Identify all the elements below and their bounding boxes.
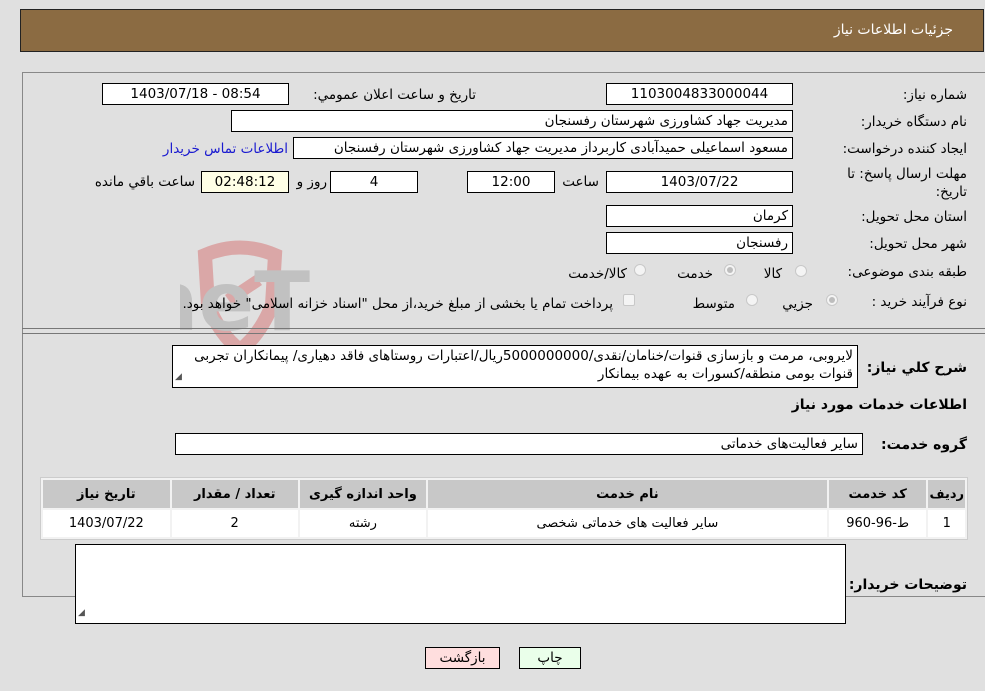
service-group-field: سایر فعالیت‌های خدماتی [175, 433, 863, 455]
remaining-time-label: ساعت باقي مانده [94, 174, 195, 190]
buyer-contact-link[interactable]: اطلاعات تماس خریدار [163, 141, 288, 157]
table-header-row: ردیف کد خدمت نام خدمت واحد اندازه گیری ت… [43, 480, 965, 508]
need-number-field: 1103004833000044 [606, 83, 793, 105]
page-header: جزئیات اطلاعات نیاز [20, 9, 984, 52]
table-row: 1 ط-96-960 سایر فعالیت های خدماتی شخصی ر… [43, 510, 965, 537]
city-field: رفسنجان [606, 232, 793, 254]
category-option-service: خدمت [677, 266, 713, 282]
requester-label: ایجاد کننده درخواست: [842, 141, 967, 157]
col-header-unit: واحد اندازه گیری [299, 480, 426, 508]
cell-quantity: 2 [171, 510, 298, 537]
service-group-label: گروه خدمت: [881, 437, 967, 453]
buyer-org-field: مدیریت جهاد کشاورزی شهرستان رفسنجان [231, 110, 793, 132]
col-header-need-date: تاریخ نیاز [43, 480, 170, 508]
deadline-time-label: ساعت [562, 174, 599, 190]
description-textarea[interactable]: لایروبی، مرمت و بازسازی قنوات/خنامان/نقد… [172, 345, 858, 388]
category-radio-goods[interactable] [795, 265, 807, 277]
cell-row-number: 1 [928, 510, 965, 537]
category-option-goods: کالا [763, 266, 782, 282]
category-radio-service[interactable] [724, 264, 736, 276]
purchase-type-radio-medium[interactable] [746, 294, 758, 306]
description-label: شرح کلي نیاز: [866, 360, 967, 376]
resize-handle-icon[interactable]: ◢ [175, 368, 182, 386]
deadline-date-field: 1403/07/22 [606, 171, 793, 193]
requester-field: مسعود اسماعیلی حمیدآبادی کاربرداز مدیریت… [293, 137, 793, 159]
purchase-type-label: نوع فرآیند خرید : [871, 294, 967, 310]
description-text: لایروبی، مرمت و بازسازی قنوات/خنامان/نقد… [194, 348, 853, 382]
treasury-checkbox[interactable] [623, 294, 635, 306]
announce-datetime-field: 1403/07/18 - 08:54 [102, 83, 289, 105]
purchase-type-radio-minor[interactable] [826, 294, 838, 306]
announce-datetime-label: تاریخ و ساعت اعلان عمومي: [313, 87, 476, 103]
divider [22, 333, 985, 334]
col-header-service-code: کد خدمت [828, 480, 927, 508]
cell-service-code: ط-96-960 [828, 510, 927, 537]
cell-service-name: سایر فعالیت های خدماتی شخصی [428, 510, 827, 537]
col-header-row-number: ردیف [928, 480, 965, 508]
purchase-type-option-minor: جزیي [782, 296, 813, 312]
cell-need-date: 1403/07/22 [43, 510, 170, 537]
buyer-notes-textarea[interactable]: ◢ [75, 544, 846, 624]
deadline-label: مهلت ارسال پاسخ: تا تاریخ: [847, 166, 967, 200]
print-button[interactable]: چاپ [519, 647, 581, 669]
resize-handle-icon[interactable]: ◢ [78, 604, 85, 622]
category-label: طبقه بندی موضوعی: [847, 264, 967, 280]
city-label: شهر محل تحویل: [869, 236, 967, 252]
buyer-notes-label: توضیحات خریدار: [848, 577, 967, 593]
page-title: جزئیات اطلاعات نیاز [833, 22, 953, 38]
col-header-service-name: نام خدمت [428, 480, 827, 508]
need-number-label: شماره نیاز: [902, 87, 967, 103]
category-option-goods-service: کالا/خدمت [568, 266, 627, 282]
divider [22, 328, 985, 329]
category-radio-goods-service[interactable] [634, 264, 646, 276]
purchase-type-option-medium: متوسط [692, 296, 735, 312]
col-header-quantity: تعداد / مقدار [171, 480, 298, 508]
services-table: ردیف کد خدمت نام خدمت واحد اندازه گیری ت… [40, 477, 968, 540]
back-button[interactable]: بازگشت [425, 647, 500, 669]
remaining-time-field: 02:48:12 [201, 171, 289, 193]
services-section-title: اطلاعات خدمات مورد نیاز [791, 397, 967, 413]
cell-unit: رشته [299, 510, 426, 537]
treasury-note: پرداخت تمام یا بخشی از مبلغ خرید،از محل … [182, 296, 613, 312]
deadline-time-field: 12:00 [467, 171, 555, 193]
province-label: استان محل تحویل: [861, 209, 967, 225]
remaining-days-label: روز و [296, 174, 327, 190]
remaining-days-field: 4 [330, 171, 418, 193]
province-field: کرمان [606, 205, 793, 227]
buyer-org-label: نام دستگاه خریدار: [860, 114, 967, 130]
